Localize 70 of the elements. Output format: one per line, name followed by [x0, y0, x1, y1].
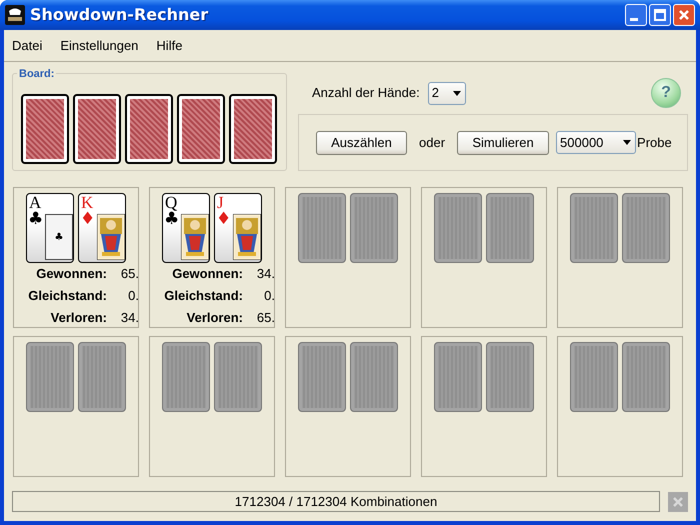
card-rank: J	[217, 194, 224, 212]
empty-card-slot[interactable]	[350, 342, 398, 412]
or-label: oder	[419, 134, 446, 152]
card-suit: ♣	[28, 210, 44, 228]
stat-value: 34.	[256, 265, 275, 282]
card-rank: A	[29, 194, 42, 212]
empty-card-slot[interactable]	[162, 342, 210, 412]
cancel-button[interactable]	[668, 492, 688, 512]
minimize-button[interactable]	[625, 4, 647, 26]
card-back[interactable]	[177, 94, 225, 164]
status-bar: 1712304 / 1712304 Kombinationen	[12, 491, 660, 512]
stat-value: 65.	[120, 265, 139, 282]
empty-card-slot[interactable]	[622, 342, 670, 412]
window-title: Showdown-Rechner	[30, 4, 208, 26]
card-back[interactable]	[229, 94, 277, 164]
stat-label: Gleichstand:	[163, 287, 243, 304]
empty-card-slot[interactable]	[486, 342, 534, 412]
empty-card-slot[interactable]	[486, 193, 534, 263]
empty-card-slot[interactable]	[570, 342, 618, 412]
stat-label: Gewonnen:	[35, 265, 107, 282]
stat-label: Verloren:	[50, 309, 107, 326]
playing-card[interactable]: A ♣ ♣	[26, 193, 74, 263]
close-button[interactable]	[673, 4, 695, 26]
card-rank: K	[81, 194, 94, 212]
samples-label: Probe	[637, 134, 672, 152]
empty-card-slot[interactable]	[434, 342, 482, 412]
empty-card-slot[interactable]	[434, 193, 482, 263]
stat-label: Gleichstand:	[27, 287, 107, 304]
playing-card[interactable]: Q ♣	[162, 193, 210, 263]
close-icon	[672, 496, 684, 508]
card-back[interactable]	[73, 94, 121, 164]
empty-card-slot[interactable]	[622, 193, 670, 263]
empty-card-slot[interactable]	[214, 342, 262, 412]
hands-count-label: Anzahl der Hände:	[312, 84, 420, 102]
maximize-icon	[654, 9, 666, 21]
menu-item[interactable]: Hilfe	[156, 36, 182, 56]
stat-value: 34.	[120, 309, 139, 326]
empty-card-slot[interactable]	[298, 193, 346, 263]
stat-label: Gewonnen:	[171, 265, 243, 282]
close-icon	[678, 9, 690, 21]
stat-label: Verloren:	[186, 309, 243, 326]
empty-card-slot[interactable]	[570, 193, 618, 263]
card-suit: ♦	[80, 210, 96, 228]
count-button[interactable]: Auszählen	[316, 130, 407, 154]
help-button[interactable]: ?	[651, 78, 681, 108]
card-back[interactable]	[21, 94, 69, 164]
caret-icon	[452, 90, 461, 96]
stat-value: 0.	[263, 287, 275, 304]
menu-item[interactable]: Datei	[12, 36, 42, 56]
empty-card-slot[interactable]	[350, 193, 398, 263]
empty-card-slot[interactable]	[298, 342, 346, 412]
card-back[interactable]	[125, 94, 173, 164]
card-suit: ♦	[216, 210, 232, 228]
hands-count-dropdown[interactable]: 2	[428, 82, 466, 104]
playing-card[interactable]: J ♦	[214, 193, 262, 263]
playing-card[interactable]: K ♦	[78, 193, 126, 263]
empty-card-slot[interactable]	[78, 342, 126, 412]
app-icon	[5, 5, 25, 25]
card-rank: Q	[165, 194, 178, 212]
minimize-icon	[630, 18, 638, 21]
maximize-button[interactable]	[649, 4, 671, 26]
samples-dropdown[interactable]: 500000	[556, 131, 636, 154]
card-suit: ♣	[164, 210, 180, 228]
menu-item[interactable]: Einstellungen	[60, 36, 138, 56]
caret-icon	[623, 140, 632, 145]
stat-value: 0.	[127, 287, 139, 304]
empty-card-slot[interactable]	[26, 342, 74, 412]
simulate-button[interactable]: Simulieren	[457, 130, 550, 154]
center-suit: ♣	[54, 230, 64, 244]
stat-value: 65.	[256, 309, 275, 326]
